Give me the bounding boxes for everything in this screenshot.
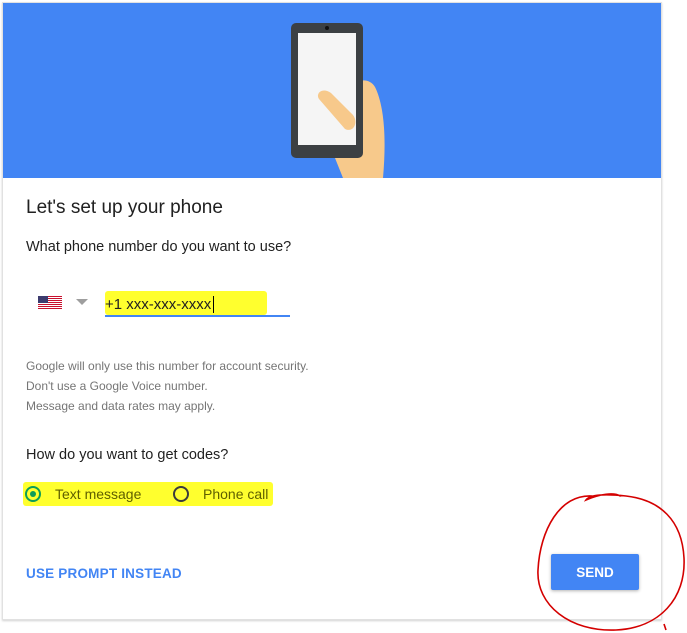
phone-usage-notice: Google will only use this number for acc… [26, 356, 309, 416]
phone-setup-card: Let's set up your phone What phone numbe… [2, 2, 662, 620]
phone-number-question: What phone number do you want to use? [26, 239, 292, 255]
hand-holding-phone-illustration [291, 23, 385, 178]
code-delivery-question: How do you want to get codes? [26, 447, 229, 463]
dropdown-arrow-icon [76, 299, 88, 305]
radio-text-message-label: Text message [55, 486, 142, 502]
country-code-select[interactable] [36, 293, 91, 315]
help-line: Google will only use this number for acc… [26, 359, 309, 373]
page: Let's set up your phone What phone numbe… [0, 0, 687, 633]
send-button[interactable]: SEND [551, 554, 639, 590]
page-title: Let's set up your phone [26, 197, 223, 218]
help-line: Message and data rates may apply. [26, 399, 216, 413]
us-flag-icon [38, 296, 62, 309]
text-cursor [213, 296, 214, 313]
phone-number-input[interactable] [105, 293, 290, 317]
radio-phone-call-label: Phone call [203, 486, 269, 502]
use-prompt-instead-button[interactable]: USE PROMPT INSTEAD [26, 566, 182, 581]
radio-checked-icon [25, 486, 41, 502]
hero-banner [3, 3, 661, 178]
help-line: Don't use a Google Voice number. [26, 379, 208, 393]
radio-dot [30, 491, 36, 497]
radio-unchecked-icon [173, 486, 189, 502]
